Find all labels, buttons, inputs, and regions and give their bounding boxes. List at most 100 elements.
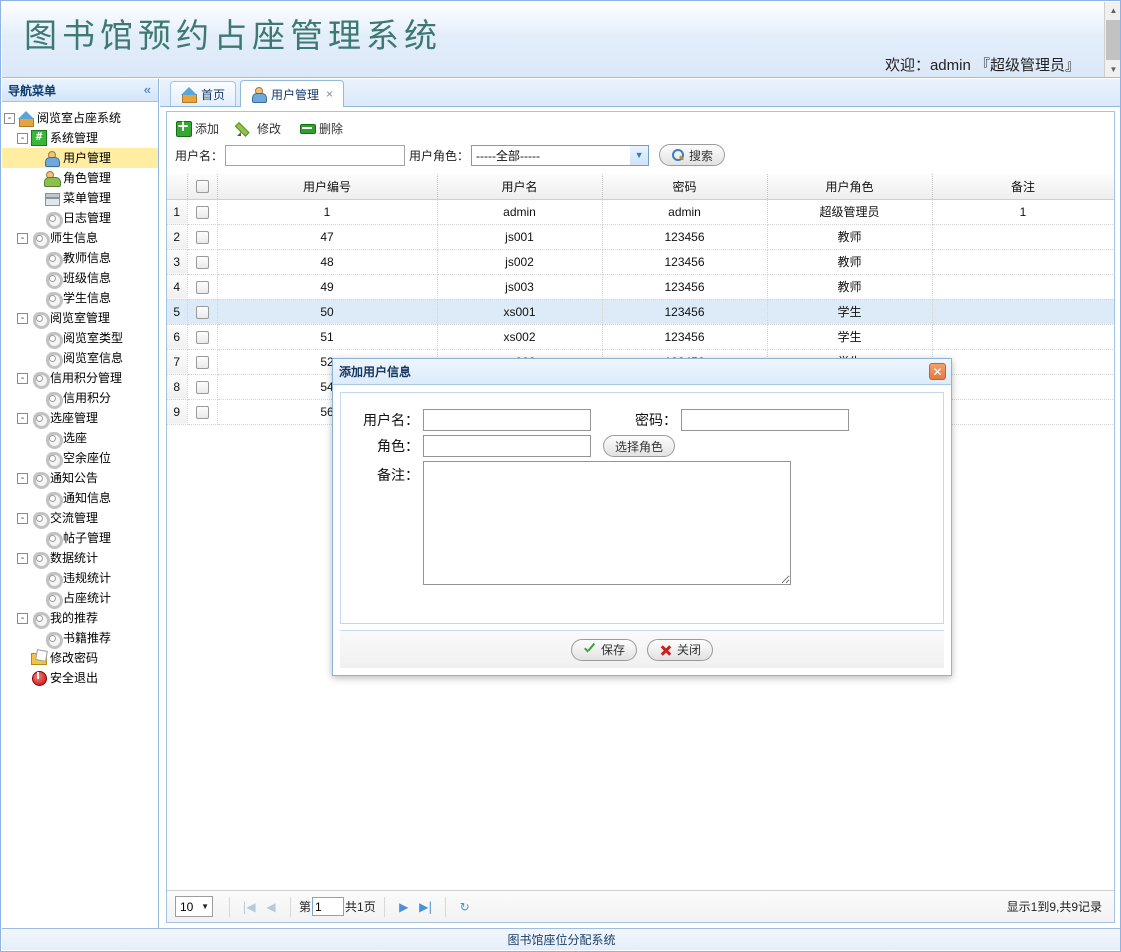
- sidebar-item-14[interactable]: 信用积分: [2, 388, 158, 409]
- table-row[interactable]: 2 47 js001 123456 教师: [167, 224, 1114, 250]
- row-select-cell[interactable]: [187, 249, 218, 275]
- row-select-cell[interactable]: [187, 324, 218, 350]
- tree-toggle-icon[interactable]: -: [17, 412, 28, 424]
- edit-button[interactable]: 修改: [237, 120, 281, 137]
- row-select-cell[interactable]: [187, 274, 218, 300]
- row-select-cell[interactable]: [187, 199, 218, 225]
- sidebar-item-24[interactable]: 占座统计: [2, 588, 158, 609]
- column-header-password[interactable]: 密码: [602, 174, 768, 200]
- row-checkbox[interactable]: [195, 205, 209, 219]
- table-row[interactable]: 3 48 js002 123456 教师: [167, 249, 1114, 275]
- sidebar-item-9[interactable]: 学生信息: [2, 288, 158, 309]
- sidebar-item-8[interactable]: 班级信息: [2, 268, 158, 289]
- row-select-cell[interactable]: [187, 349, 218, 375]
- table-row[interactable]: 5 50 xs001 123456 学生: [167, 299, 1114, 325]
- sidebar-item-15[interactable]: - 选座管理: [2, 408, 158, 429]
- tab-0[interactable]: 首页: [170, 81, 237, 106]
- delete-button[interactable]: 删除: [299, 120, 343, 137]
- sidebar-item-0[interactable]: - 阅览室占座系统: [2, 108, 158, 128]
- save-button[interactable]: 保存: [570, 638, 637, 661]
- scroll-down-icon[interactable]: ▼: [1105, 61, 1120, 77]
- sidebar-item-2[interactable]: 用户管理: [2, 148, 158, 168]
- header-scrollbar[interactable]: ▲ ▼: [1104, 2, 1120, 77]
- column-header-role[interactable]: 用户角色: [767, 174, 933, 200]
- row-checkbox[interactable]: [195, 355, 209, 369]
- tree-toggle-icon[interactable]: -: [17, 132, 28, 144]
- row-checkbox[interactable]: [195, 255, 209, 269]
- row-checkbox[interactable]: [195, 330, 209, 344]
- sidebar-item-1[interactable]: - 系统管理: [2, 128, 158, 148]
- table-row[interactable]: 1 1 admin admin 超级管理员 1: [167, 199, 1114, 225]
- sidebar-item-22[interactable]: - 数据统计: [2, 548, 158, 569]
- sidebar-item-7[interactable]: 教师信息: [2, 248, 158, 269]
- tree-toggle-icon[interactable]: -: [17, 552, 28, 564]
- sidebar-item-25[interactable]: - 我的推荐: [2, 608, 158, 629]
- table-row[interactable]: 4 49 js003 123456 教师: [167, 274, 1114, 300]
- sidebar-item-12[interactable]: 阅览室信息: [2, 348, 158, 369]
- tree-toggle-icon[interactable]: -: [17, 512, 28, 524]
- row-select-cell[interactable]: [187, 299, 218, 325]
- dialog-password-input[interactable]: [681, 409, 849, 431]
- prev-page-button[interactable]: ◀: [260, 896, 282, 918]
- row-checkbox[interactable]: [195, 280, 209, 294]
- role-filter-select[interactable]: -----全部----- ▼: [471, 144, 650, 166]
- column-header-username[interactable]: 用户名: [437, 174, 603, 200]
- row-checkbox[interactable]: [195, 380, 209, 394]
- sidebar-item-4[interactable]: 菜单管理: [2, 188, 158, 208]
- page-number-input[interactable]: [312, 897, 345, 916]
- refresh-button[interactable]: ↻: [454, 896, 476, 918]
- row-select-cell[interactable]: [187, 224, 218, 250]
- sidebar-item-11[interactable]: 阅览室类型: [2, 328, 158, 349]
- first-page-button[interactable]: |◀: [238, 896, 260, 918]
- sidebar-item-16[interactable]: 选座: [2, 428, 158, 449]
- tree-toggle-icon[interactable]: -: [17, 472, 28, 484]
- sidebar-item-10[interactable]: - 阅览室管理: [2, 308, 158, 329]
- row-select-cell[interactable]: [187, 374, 218, 400]
- tree-toggle-icon[interactable]: -: [17, 312, 28, 324]
- tree-toggle-icon[interactable]: -: [17, 372, 28, 384]
- tree-toggle-icon[interactable]: -: [17, 232, 28, 244]
- scroll-up-icon[interactable]: ▲: [1105, 2, 1120, 19]
- pencil-icon: [237, 120, 253, 136]
- page-size-select[interactable]: 10 ▼: [175, 896, 213, 917]
- close-button[interactable]: 关闭: [647, 638, 714, 661]
- dialog-role-input[interactable]: [423, 435, 591, 457]
- row-checkbox[interactable]: [195, 230, 209, 244]
- choose-role-button[interactable]: 选择角色: [603, 435, 676, 457]
- row-checkbox[interactable]: [195, 305, 209, 319]
- tab-1[interactable]: 用户管理 ×: [240, 80, 345, 107]
- close-icon[interactable]: ✕: [929, 363, 946, 380]
- tab-close-icon[interactable]: ×: [326, 87, 333, 101]
- sidebar-item-17[interactable]: 空余座位: [2, 448, 158, 469]
- column-header-id[interactable]: 用户编号: [217, 174, 438, 200]
- sidebar-item-5[interactable]: 日志管理: [2, 208, 158, 229]
- sidebar-item-19[interactable]: 通知信息: [2, 488, 158, 509]
- sidebar-item-13[interactable]: - 信用积分管理: [2, 368, 158, 389]
- row-select-cell[interactable]: [187, 399, 218, 425]
- sidebar-item-21[interactable]: 帖子管理: [2, 528, 158, 549]
- table-row[interactable]: 6 51 xs002 123456 学生: [167, 324, 1114, 350]
- sidebar-item-3[interactable]: 角色管理: [2, 168, 158, 188]
- sidebar-item-28[interactable]: 安全退出: [2, 668, 158, 688]
- sidebar-item-27[interactable]: 修改密码: [2, 648, 158, 668]
- column-header-remark[interactable]: 备注: [932, 174, 1114, 200]
- chevron-down-icon[interactable]: ▼: [630, 145, 649, 165]
- scrollbar-thumb[interactable]: [1106, 20, 1120, 60]
- search-button[interactable]: 搜索: [659, 144, 726, 166]
- select-all-checkbox[interactable]: [195, 180, 209, 194]
- last-page-button[interactable]: ▶|: [415, 896, 437, 918]
- tree-toggle-icon[interactable]: -: [17, 612, 28, 624]
- username-filter-input[interactable]: [225, 144, 406, 166]
- tree-toggle-icon[interactable]: -: [4, 112, 15, 124]
- row-checkbox[interactable]: [195, 405, 209, 419]
- collapse-sidebar-icon[interactable]: «: [144, 82, 151, 98]
- dialog-remark-textarea[interactable]: [423, 461, 791, 585]
- sidebar-item-18[interactable]: - 通知公告: [2, 468, 158, 489]
- sidebar-item-23[interactable]: 违规统计: [2, 568, 158, 589]
- add-button[interactable]: 添加: [175, 117, 219, 137]
- sidebar-item-6[interactable]: - 师生信息: [2, 228, 158, 249]
- sidebar-item-20[interactable]: - 交流管理: [2, 508, 158, 529]
- sidebar-item-26[interactable]: 书籍推荐: [2, 628, 158, 649]
- dialog-username-input[interactable]: [423, 409, 591, 431]
- next-page-button[interactable]: ▶: [393, 896, 415, 918]
